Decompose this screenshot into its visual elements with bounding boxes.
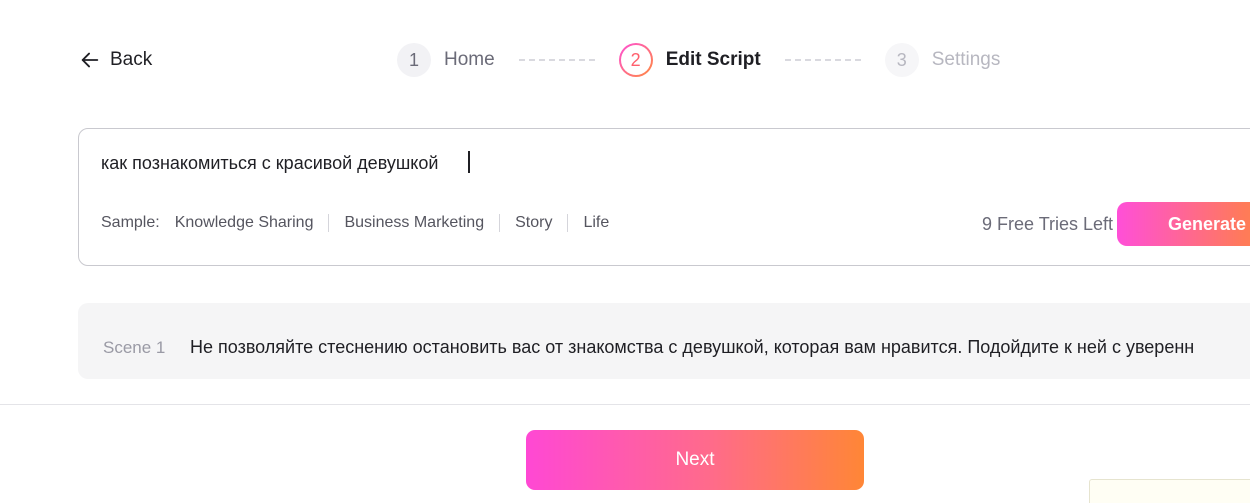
step-edit-script[interactable]: 2 Edit Script	[619, 43, 761, 77]
scene-text[interactable]: Не позволяйте стеснению остановить вас о…	[190, 337, 1194, 358]
step-divider	[784, 59, 861, 61]
back-button[interactable]: Back	[79, 46, 152, 74]
sample-list: Sample: Knowledge Sharing Business Marke…	[101, 213, 624, 233]
next-button[interactable]: Next	[526, 430, 864, 490]
sample-knowledge-sharing[interactable]: Knowledge Sharing	[175, 214, 329, 232]
step-label: Settings	[931, 49, 1001, 70]
footer-divider	[0, 404, 1250, 405]
text-caret	[468, 151, 470, 173]
step-label: Home	[444, 49, 495, 70]
sample-label: Sample:	[101, 214, 160, 231]
page: Back 1 Home 2 Edit Script 3 Settings Sam…	[0, 0, 1250, 503]
arrow-left-icon	[81, 52, 99, 68]
corner-panel	[1089, 479, 1250, 503]
step-label: Edit Script	[665, 49, 761, 70]
sample-business-marketing[interactable]: Business Marketing	[328, 214, 499, 232]
sample-story[interactable]: Story	[499, 214, 567, 232]
step-number: 1	[397, 43, 431, 77]
step-settings[interactable]: 3 Settings	[884, 43, 1001, 77]
prompt-card: Sample: Knowledge Sharing Business Marke…	[78, 128, 1250, 266]
step-number: 3	[884, 43, 919, 77]
free-tries-counter: 9 Free Tries Left	[982, 214, 1114, 234]
scene-label: Scene 1	[103, 338, 166, 357]
generate-button[interactable]: Generate	[1117, 202, 1250, 246]
topic-input[interactable]	[101, 149, 1001, 177]
step-number: 2	[619, 43, 653, 77]
step-divider	[518, 59, 595, 61]
back-label: Back	[110, 49, 153, 70]
step-home[interactable]: 1 Home	[397, 43, 495, 77]
sample-life[interactable]: Life	[567, 214, 624, 232]
stepper: 1 Home 2 Edit Script 3 Settings	[397, 43, 1000, 77]
scene-row[interactable]: Scene 1 Не позволяйте стеснению останови…	[78, 303, 1250, 379]
